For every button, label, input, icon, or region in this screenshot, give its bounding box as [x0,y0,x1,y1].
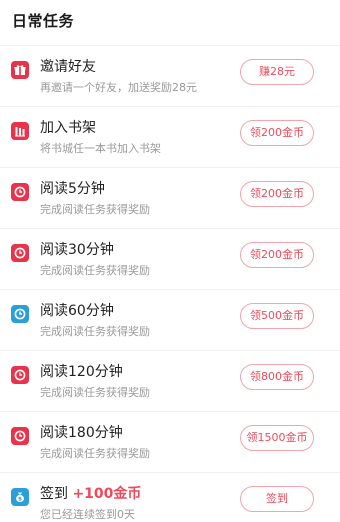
gift-icon [11,61,29,79]
earn-28-yuan-button[interactable]: 赚28元 [240,59,314,85]
books-icon [11,122,29,140]
claim-200-coins-button[interactable]: 领200金币 [240,242,314,268]
reward-label: +100金币 [72,486,142,502]
task-row-invite: 邀请好友 再邀请一个好友，加送奖励28元 赚28元 [0,45,340,106]
task-row-read-180: 阅读180分钟 完成阅读任务获得奖励 领1500金币 [0,411,340,472]
task-row-checkin: $ 签到 +100金币 您已经连续签到0天 签到 [0,472,340,522]
task-row-bookshelf: 加入书架 将书城任一本书加入书架 领200金币 [0,106,340,167]
task-desc: 完成阅读任务获得奖励 [40,264,150,277]
task-title: 阅读30分钟 [40,242,114,258]
clock-icon [11,183,29,201]
claim-200-coins-button[interactable]: 领200金币 [240,181,314,207]
task-list: 邀请好友 再邀请一个好友，加送奖励28元 赚28元 加入书架 将书城任一本书加入… [0,45,340,522]
task-title: 阅读5分钟 [40,181,105,197]
task-desc: 您已经连续签到0天 [40,508,135,521]
task-row-read-5: 阅读5分钟 完成阅读任务获得奖励 领200金币 [0,167,340,228]
claim-1500-coins-button[interactable]: 领1500金币 [240,425,314,451]
task-desc: 完成阅读任务获得奖励 [40,325,150,338]
task-desc: 将书城任一本书加入书架 [40,142,161,155]
svg-text:$: $ [18,497,22,503]
task-desc: 再邀请一个好友，加送奖励28元 [40,81,197,94]
task-title: 邀请好友 [40,59,96,75]
task-title: 加入书架 [40,120,96,136]
task-title: 签到 +100金币 [40,486,142,502]
clock-icon [11,305,29,323]
task-desc: 完成阅读任务获得奖励 [40,447,150,460]
clock-icon [11,427,29,445]
task-row-read-60: 阅读60分钟 完成阅读任务获得奖励 领500金币 [0,289,340,350]
task-desc: 完成阅读任务获得奖励 [40,203,150,216]
money-bag-icon: $ [11,488,29,506]
claim-800-coins-button[interactable]: 领800金币 [240,364,314,390]
claim-200-coins-button[interactable]: 领200金币 [240,120,314,146]
clock-icon [11,366,29,384]
section-title: 日常任务 [12,12,75,30]
task-row-read-30: 阅读30分钟 完成阅读任务获得奖励 领200金币 [0,228,340,289]
task-title: 阅读180分钟 [40,425,123,441]
task-desc: 完成阅读任务获得奖励 [40,386,150,399]
task-title: 阅读60分钟 [40,303,114,319]
clock-icon [11,244,29,262]
task-title: 阅读120分钟 [40,364,123,380]
check-in-button[interactable]: 签到 [240,486,314,512]
task-row-read-120: 阅读120分钟 完成阅读任务获得奖励 领800金币 [0,350,340,411]
claim-500-coins-button[interactable]: 领500金币 [240,303,314,329]
